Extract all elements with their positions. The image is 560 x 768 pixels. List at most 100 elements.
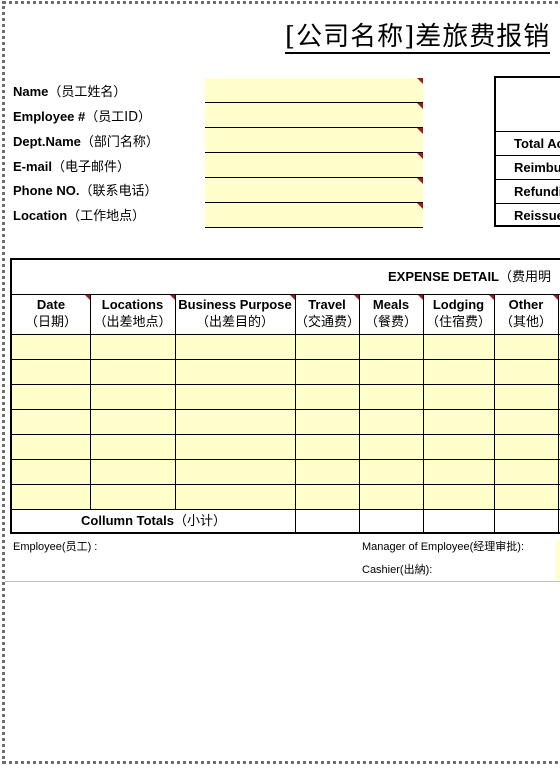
column-header-business-purpose[interactable]: Business Purpose （出差目的） xyxy=(175,296,295,332)
column-header-locations[interactable]: Locations （出差地点） xyxy=(90,296,175,332)
expense-cell-travel[interactable] xyxy=(295,359,359,384)
expense-cell-locations[interactable] xyxy=(90,334,175,359)
column-header-cn: （餐费） xyxy=(364,315,417,330)
expense-cell-travel[interactable] xyxy=(295,434,359,459)
employee-signature-label: Employee(员工) : xyxy=(13,541,98,553)
expense-cell-date[interactable] xyxy=(12,334,90,359)
expense-cell-travel[interactable] xyxy=(295,484,359,509)
column-header-cn: （其他） xyxy=(499,315,552,330)
column-header-meals[interactable]: Meals （餐费） xyxy=(359,296,423,332)
dept-name-label-en: Dept.Name xyxy=(13,134,81,149)
signature-field-edge[interactable] xyxy=(556,540,560,580)
total-cell-other[interactable] xyxy=(494,509,558,533)
expense-cell-other[interactable] xyxy=(494,459,558,484)
expense-cell-locations[interactable] xyxy=(90,384,175,409)
comment-marker-icon xyxy=(417,178,423,184)
expense-cell-travel[interactable] xyxy=(295,334,359,359)
expense-cell-locations[interactable] xyxy=(90,484,175,509)
expense-cell-lodging[interactable] xyxy=(423,409,494,434)
expense-cell-lodging[interactable] xyxy=(423,434,494,459)
expense-detail-title-cn: （费用明 xyxy=(499,270,552,285)
expense-cell-date[interactable] xyxy=(12,409,90,434)
print-area-divider xyxy=(5,581,560,582)
expense-cell-business-purpose[interactable] xyxy=(175,384,295,409)
expense-cell-business-purpose[interactable] xyxy=(175,334,295,359)
expense-cell-date[interactable] xyxy=(12,434,90,459)
total-cell-travel[interactable] xyxy=(295,509,359,533)
expense-cell-other[interactable] xyxy=(494,334,558,359)
name-label-en: Name xyxy=(13,84,49,99)
expense-cell-other[interactable] xyxy=(494,409,558,434)
employee-id-field[interactable] xyxy=(205,103,423,128)
expense-cell-locations[interactable] xyxy=(90,434,175,459)
grid-line xyxy=(12,434,560,435)
expense-cell-meals[interactable] xyxy=(359,384,423,409)
expense-cell-lodging[interactable] xyxy=(423,334,494,359)
phone-label-en: Phone NO. xyxy=(13,183,80,198)
expense-cell-business-purpose[interactable] xyxy=(175,359,295,384)
expense-cell-travel[interactable] xyxy=(295,409,359,434)
expense-cell-travel[interactable] xyxy=(295,384,359,409)
grid-line xyxy=(12,409,560,410)
column-header-travel[interactable]: Travel （交通费） xyxy=(295,296,360,332)
expense-cell-lodging[interactable] xyxy=(423,459,494,484)
name-label-cn: （员工姓名） xyxy=(48,85,127,100)
grid-line xyxy=(12,459,560,460)
expense-cell-meals[interactable] xyxy=(359,334,423,359)
expense-cell-business-purpose[interactable] xyxy=(175,484,295,509)
expense-cell-lodging[interactable] xyxy=(423,484,494,509)
column-header-date[interactable]: Date （日期） xyxy=(12,296,90,332)
expense-cell-lodging[interactable] xyxy=(423,384,494,409)
expense-cell-meals[interactable] xyxy=(359,434,423,459)
expense-cell-meals[interactable] xyxy=(359,359,423,384)
expense-cell-travel[interactable] xyxy=(295,459,359,484)
expense-cell-locations[interactable] xyxy=(90,359,175,384)
expense-cell-locations[interactable] xyxy=(90,409,175,434)
expense-cell-other[interactable] xyxy=(494,484,558,509)
location-field[interactable] xyxy=(205,203,423,228)
form-title: [公司名称]差旅费报销 xyxy=(285,22,551,54)
employee-id-label-en: Employee # xyxy=(13,109,86,124)
expense-cell-meals[interactable] xyxy=(359,459,423,484)
dept-name-field[interactable] xyxy=(205,128,423,153)
name-field[interactable] xyxy=(205,78,423,103)
summary-box: Total Ac Reimbu Refundi Reissue xyxy=(494,76,560,227)
expense-cell-business-purpose[interactable] xyxy=(175,459,295,484)
employee-id-label: Employee #（员工ID） xyxy=(13,109,151,126)
column-header-cn: （住宿费） xyxy=(425,315,491,330)
expense-cell-date[interactable] xyxy=(12,484,90,509)
expense-cell-other[interactable] xyxy=(494,384,558,409)
email-label-en: E-mail xyxy=(13,159,53,174)
dept-name-label: Dept.Name（部门名称） xyxy=(13,134,159,151)
column-header-en: Locations xyxy=(101,297,164,312)
column-header-other[interactable]: Other （其他） xyxy=(494,296,558,332)
grid-line xyxy=(558,509,559,533)
expense-cell-date[interactable] xyxy=(12,384,90,409)
total-cell-lodging[interactable] xyxy=(423,509,494,533)
email-label-cn: （电子邮件） xyxy=(52,160,131,175)
expense-cell-business-purpose[interactable] xyxy=(175,434,295,459)
comment-marker-icon xyxy=(417,203,423,209)
expense-cell-lodging[interactable] xyxy=(423,359,494,384)
expense-cell-business-purpose[interactable] xyxy=(175,409,295,434)
phone-field[interactable] xyxy=(205,178,423,203)
expense-cell-date[interactable] xyxy=(12,459,90,484)
total-cell-meals[interactable] xyxy=(359,509,423,533)
expense-detail-title: EXPENSE DETAIL（费用明 xyxy=(388,268,551,287)
summary-reimburse-row: Reimbu xyxy=(496,155,560,179)
expense-cell-meals[interactable] xyxy=(359,484,423,509)
column-header-lodging[interactable]: Lodging （住宿费） xyxy=(423,296,494,332)
expense-cell-date[interactable] xyxy=(12,359,90,384)
expense-cell-meals[interactable] xyxy=(359,409,423,434)
expense-cell-other[interactable] xyxy=(494,359,558,384)
email-field[interactable] xyxy=(205,153,423,178)
summary-refund-row: Refundi xyxy=(496,179,560,203)
comment-marker-icon xyxy=(417,153,423,159)
comment-marker-icon xyxy=(417,78,423,84)
expense-cell-locations[interactable] xyxy=(90,459,175,484)
expense-cell-other[interactable] xyxy=(494,434,558,459)
cashier-signature-label: Cashier(出納): xyxy=(362,564,433,576)
comment-marker-icon xyxy=(553,295,558,300)
expense-detail-title-en: EXPENSE DETAIL xyxy=(388,269,500,284)
summary-total-row: Total Ac xyxy=(496,131,560,155)
